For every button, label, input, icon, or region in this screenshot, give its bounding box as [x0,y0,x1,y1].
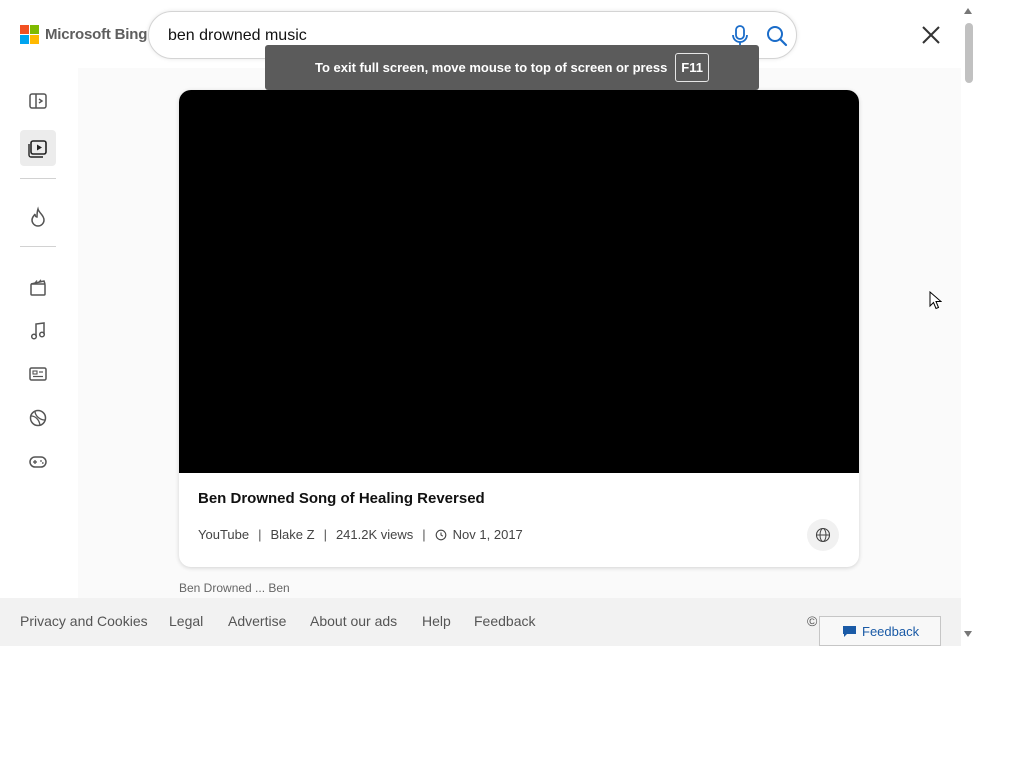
search-input[interactable] [168,26,708,46]
sidebar-divider [20,178,56,179]
scroll-up-arrow-icon[interactable] [963,6,973,16]
video-title[interactable]: Ben Drowned Song of Healing Reversed [198,490,485,507]
meta-separator: | [422,527,426,542]
footer: Privacy and Cookies Legal Advertise Abou… [0,598,961,646]
footer-link-help[interactable]: Help [422,613,451,629]
video-play-icon[interactable] [27,137,49,159]
video-channel: Blake Z [270,527,315,542]
microsoft-logo-icon [20,25,39,44]
footer-link-privacy[interactable]: Privacy and Cookies [20,613,148,629]
footer-link-about-ads[interactable]: About our ads [310,613,397,629]
scroll-down-arrow-icon[interactable] [963,629,973,639]
clock-history-icon [435,529,447,540]
gaming-controller-icon[interactable] [27,451,49,473]
scrollbar-thumb[interactable] [965,23,973,83]
search-icon[interactable] [765,24,789,48]
feedback-button[interactable]: Feedback [819,616,941,646]
sidebar-divider [20,246,56,247]
feedback-button-label: Feedback [862,623,920,639]
feedback-speech-icon [843,625,856,637]
bing-logo[interactable]: Microsoft Bing [20,25,147,44]
globe-icon [815,527,831,543]
video-card[interactable]: Ben Drowned Song of Healing Reversed You… [179,90,859,567]
page-area: Microsoft Bing ben drowned music Ben Dro… [0,0,961,646]
fullscreen-message: To exit full screen, move mouse to top o… [315,60,668,75]
footer-link-feedback[interactable]: Feedback [474,613,535,629]
close-icon[interactable] [918,22,944,48]
fullscreen-exit-toast: To exit full screen, move mouse to top o… [265,45,759,90]
fullscreen-key-badge: F11 [675,53,709,82]
copyright: © [807,613,818,629]
footer-link-advertise[interactable]: Advertise [228,613,286,629]
meta-separator: | [323,527,327,542]
video-metadata: YouTube | Blake Z | 241.2K views | Nov 1… [198,527,523,542]
video-date: Nov 1, 2017 [452,527,523,542]
footer-link-legal[interactable]: Legal [169,613,203,629]
mouse-cursor-icon [929,291,942,310]
news-icon[interactable] [27,363,49,385]
music-note-icon[interactable] [27,320,49,342]
trending-flame-icon[interactable] [27,206,49,228]
next-result-peek: Ben Drowned ... Ben [179,581,290,595]
video-player[interactable] [179,90,859,473]
globe-button[interactable] [807,519,839,551]
logo-text: Microsoft Bing [45,26,148,43]
meta-separator: | [258,527,262,542]
sports-ball-icon[interactable] [27,407,49,429]
panel-toggle-icon[interactable] [27,90,49,112]
video-views: 241.2K views [335,527,414,542]
movie-clapper-icon[interactable] [27,276,49,298]
video-source: YouTube [198,527,250,542]
